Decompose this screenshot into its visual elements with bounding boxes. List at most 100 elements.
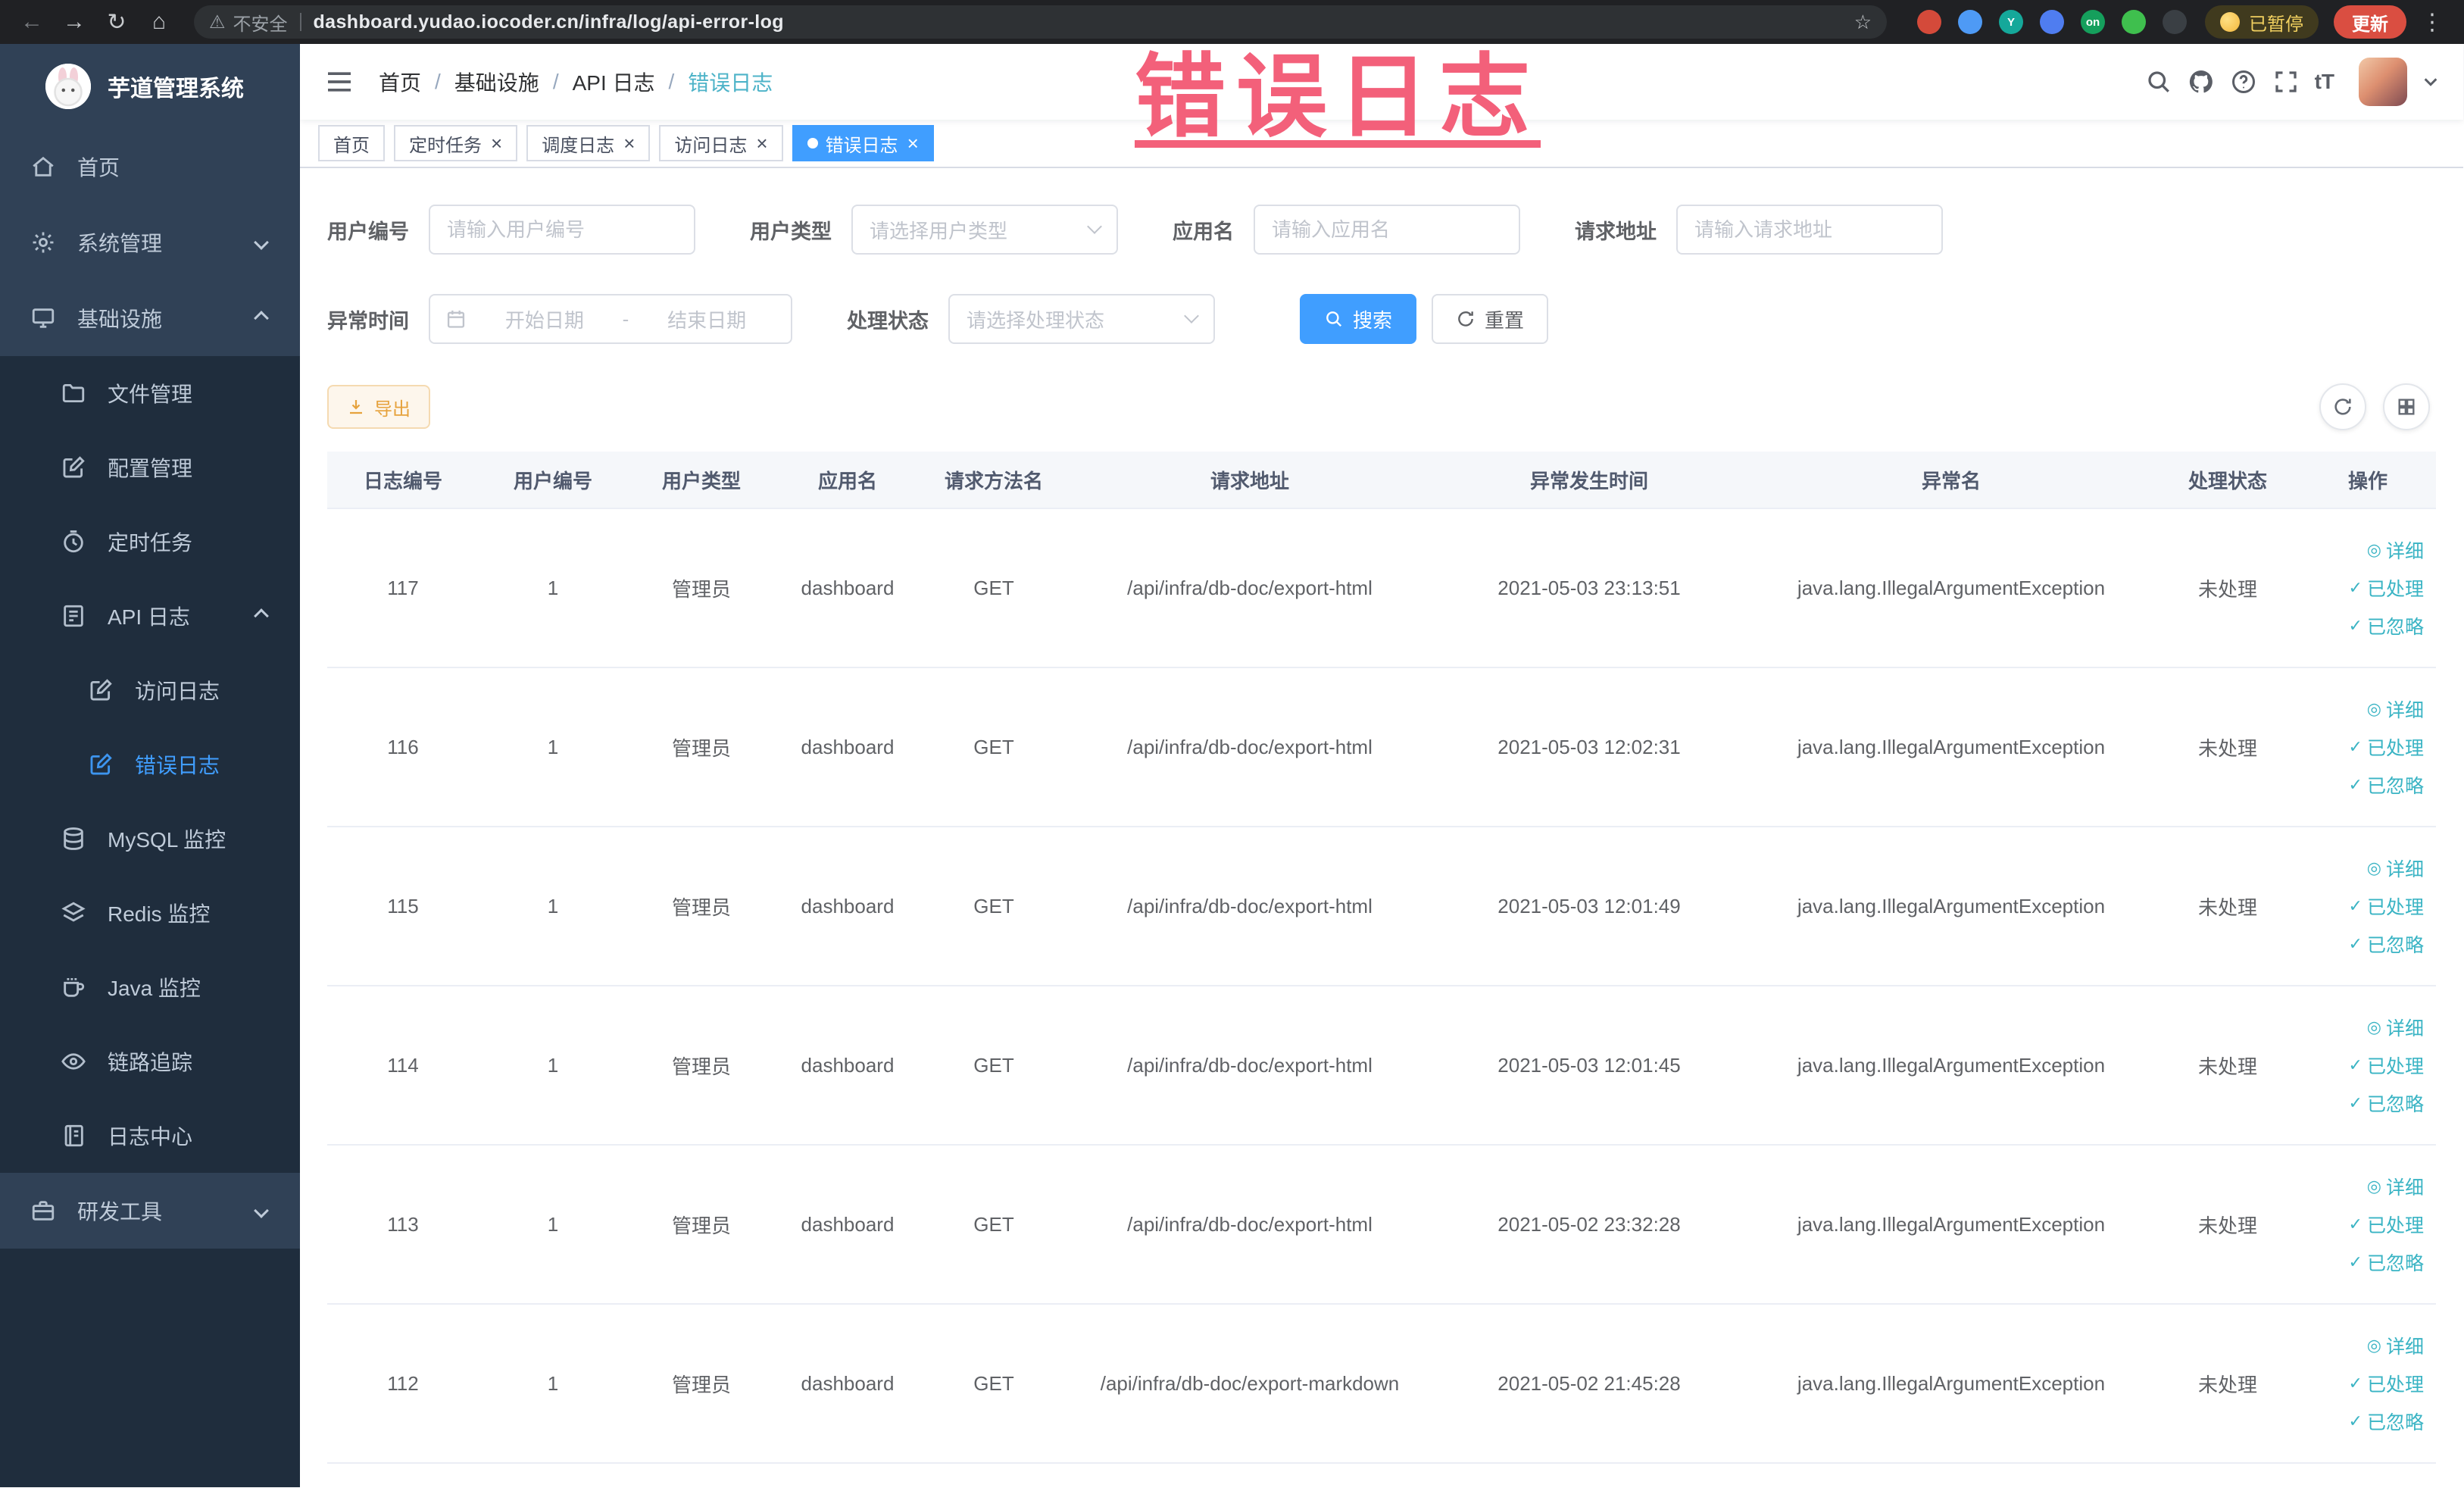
- user-type-select[interactable]: 请选择用户类型: [851, 205, 1118, 255]
- sidebar-item-label: 首页: [77, 152, 120, 182]
- breadcrumb-item[interactable]: 基础设施: [454, 67, 539, 97]
- action-ignored-link[interactable]: ✓已忽略: [2349, 771, 2424, 799]
- close-icon[interactable]: ×: [756, 133, 767, 153]
- refresh-button[interactable]: [2319, 383, 2366, 430]
- export-button[interactable]: 导出: [327, 385, 430, 429]
- action-ignored-link[interactable]: ✓已忽略: [2349, 1408, 2424, 1435]
- action-detail-link[interactable]: ◎详细: [2367, 855, 2424, 882]
- sidebar-item-dev-tools[interactable]: 研发工具: [0, 1173, 300, 1249]
- detail-icon: ◎: [2367, 1337, 2381, 1354]
- extension-blue-grid-icon[interactable]: [2040, 10, 2064, 34]
- edit-icon: [88, 677, 114, 703]
- sidebar-item-access-log[interactable]: 访问日志: [0, 653, 300, 727]
- process-status-select[interactable]: 请选择处理状态: [948, 294, 1215, 344]
- bookmark-star-icon[interactable]: ☆: [1854, 11, 1872, 34]
- action-processed-link[interactable]: ✓已处理: [2349, 1052, 2424, 1079]
- app-logo[interactable]: 芋道管理系统: [0, 44, 300, 129]
- paused-badge[interactable]: 已暂停: [2205, 5, 2319, 39]
- home-icon[interactable]: ⌂: [139, 2, 179, 42]
- request-url-input[interactable]: [1676, 205, 1943, 255]
- sidebar-item-config-management[interactable]: 配置管理: [0, 430, 300, 505]
- close-icon[interactable]: ×: [491, 133, 502, 153]
- fullscreen-icon[interactable]: [2272, 68, 2300, 95]
- user-avatar[interactable]: [2359, 58, 2407, 106]
- table-toolbar: 导出: [327, 383, 2436, 430]
- sidebar-item-infrastructure[interactable]: 基础设施: [0, 280, 300, 356]
- sidebar-item-java-monitor[interactable]: Java 监控: [0, 950, 300, 1024]
- help-icon[interactable]: [2230, 68, 2257, 95]
- detail-icon: ◎: [2367, 542, 2381, 558]
- extension-red-circle-icon[interactable]: [1917, 10, 1941, 34]
- app-name-input[interactable]: [1254, 205, 1520, 255]
- start-date-placeholder: 开始日期: [476, 305, 614, 333]
- action-ignored-link[interactable]: ✓已忽略: [2349, 1249, 2424, 1276]
- cell-method: GET: [920, 668, 1068, 826]
- tab-access-log[interactable]: 访问日志×: [659, 125, 782, 161]
- sidebar-item-trace[interactable]: 链路追踪: [0, 1024, 300, 1099]
- hamburger-icon[interactable]: [324, 67, 354, 97]
- forward-icon[interactable]: →: [55, 2, 94, 42]
- sidebar-item-error-log[interactable]: 错误日志: [0, 727, 300, 802]
- text-size-icon[interactable]: tT: [2315, 68, 2334, 95]
- toolbar-right: [2319, 383, 2436, 430]
- action-processed-link[interactable]: ✓已处理: [2349, 574, 2424, 602]
- tab-home[interactable]: 首页: [318, 125, 385, 161]
- chevron-down-icon[interactable]: [2422, 73, 2439, 90]
- tab-error-log[interactable]: 错误日志×: [792, 125, 934, 161]
- sidebar-item-mysql-monitor[interactable]: MySQL 监控: [0, 802, 300, 876]
- close-icon[interactable]: ×: [623, 133, 635, 153]
- action-detail-link[interactable]: ◎详细: [2367, 1173, 2424, 1200]
- cell-exception: java.lang.IllegalArgumentException: [1747, 1146, 2156, 1303]
- reset-button[interactable]: 重置: [1432, 294, 1548, 344]
- action-ignored-link[interactable]: ✓已忽略: [2349, 930, 2424, 958]
- action-detail-link[interactable]: ◎详细: [2367, 1014, 2424, 1041]
- processed-icon: ✓: [2349, 580, 2363, 596]
- action-ignored-link[interactable]: ✓已忽略: [2349, 1089, 2424, 1117]
- action-detail-link[interactable]: ◎详细: [2367, 536, 2424, 564]
- extension-blue-drop-icon[interactable]: [1958, 10, 1982, 34]
- action-detail-link[interactable]: ◎详细: [2367, 1332, 2424, 1359]
- cell-id: 113: [327, 1146, 479, 1303]
- breadcrumb-item[interactable]: 首页: [379, 67, 421, 97]
- cell-url: /api/infra/db-doc/export-html: [1068, 668, 1432, 826]
- action-processed-link[interactable]: ✓已处理: [2349, 1211, 2424, 1238]
- search-button[interactable]: 搜索: [1300, 294, 1416, 344]
- ignored-icon: ✓: [2349, 1095, 2363, 1111]
- sidebar-item-redis-monitor[interactable]: Redis 监控: [0, 876, 300, 950]
- column-settings-button[interactable]: [2383, 383, 2430, 430]
- extension-green-on-icon[interactable]: on: [2081, 10, 2105, 34]
- search-icon[interactable]: [2145, 68, 2172, 95]
- extension-teal-y-icon[interactable]: Y: [1999, 10, 2023, 34]
- not-secure-warning-icon: ⚠: [209, 11, 226, 33]
- sidebar-item-log-center[interactable]: 日志中心: [0, 1099, 300, 1173]
- sidebar-item-file-management[interactable]: 文件管理: [0, 356, 300, 430]
- close-icon[interactable]: ×: [907, 133, 919, 153]
- user-id-input[interactable]: [429, 205, 695, 255]
- exception-time-range-picker[interactable]: 开始日期 - 结束日期: [429, 294, 792, 344]
- breadcrumb-separator: /: [435, 70, 441, 94]
- reload-icon[interactable]: ↻: [97, 2, 136, 42]
- extension-green-leaf-icon[interactable]: [2122, 10, 2146, 34]
- breadcrumb-item[interactable]: API 日志: [573, 67, 655, 97]
- tab-scheduled-jobs[interactable]: 定时任务×: [394, 125, 517, 161]
- url-bar[interactable]: ⚠ 不安全 dashboard.yudao.iocoder.cn/infra/l…: [194, 5, 1887, 39]
- browser-menu-icon[interactable]: ⋮: [2412, 2, 2452, 42]
- sidebar-item-system[interactable]: 系统管理: [0, 205, 300, 280]
- update-button[interactable]: 更新: [2334, 5, 2406, 39]
- action-ignored-link[interactable]: ✓已忽略: [2349, 612, 2424, 639]
- extension-dark-paw-icon[interactable]: [2163, 10, 2187, 34]
- action-processed-link[interactable]: ✓已处理: [2349, 892, 2424, 920]
- tab-job-log[interactable]: 调度日志×: [526, 125, 650, 161]
- sidebar-item-api-log[interactable]: API 日志: [0, 579, 300, 653]
- back-icon[interactable]: ←: [12, 2, 52, 42]
- sidebar-item-scheduled-jobs[interactable]: 定时任务: [0, 505, 300, 579]
- cell-time: 2021-05-02 21:45:28: [1432, 1305, 1747, 1462]
- gear-icon: [30, 230, 56, 255]
- cell-method: GET: [920, 986, 1068, 1144]
- action-processed-link[interactable]: ✓已处理: [2349, 1370, 2424, 1397]
- sidebar-item-home[interactable]: 首页: [0, 129, 300, 205]
- action-detail-link[interactable]: ◎详细: [2367, 696, 2424, 723]
- action-processed-link[interactable]: ✓已处理: [2349, 733, 2424, 761]
- cell-app: dashboard: [776, 827, 920, 985]
- github-icon[interactable]: [2188, 68, 2215, 95]
